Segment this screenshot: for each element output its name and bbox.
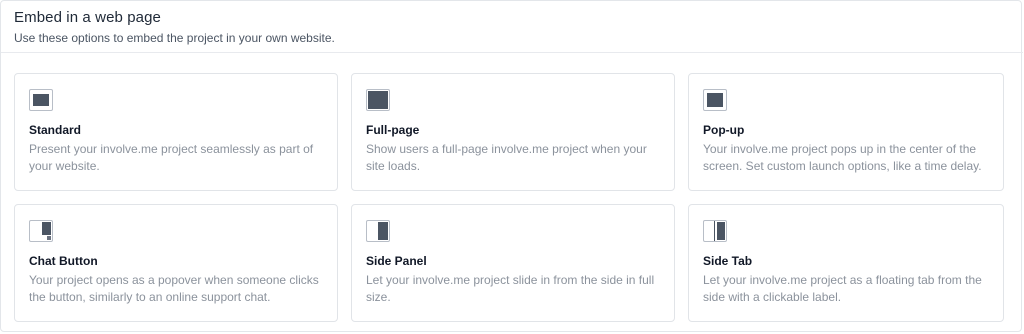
option-title: Side Tab — [703, 254, 753, 268]
side-tab-icon — [703, 220, 727, 242]
option-title: Standard — [29, 123, 82, 137]
option-card-side-tab[interactable]: Side Tab Let your involve.me project as … — [688, 204, 1004, 322]
embed-panel: Embed in a web page Use these options to… — [0, 0, 1023, 332]
option-description: Your involve.me project pops up in the c… — [703, 142, 982, 173]
side-panel-icon — [366, 220, 390, 242]
standard-embed-icon — [29, 89, 53, 111]
page-subtitle: Use these options to embed the project i… — [14, 31, 335, 45]
option-card-side-panel[interactable]: Side Panel Let your involve.me project s… — [351, 204, 675, 322]
option-description: Let your involve.me project slide in fro… — [366, 273, 655, 304]
option-description: Your project opens as a popover when som… — [29, 273, 319, 304]
option-description: Present your involve.me project seamless… — [29, 142, 314, 173]
option-card-standard[interactable]: Standard Present your involve.me project… — [14, 73, 338, 191]
embed-header: Embed in a web page Use these options to… — [1, 1, 1023, 53]
option-title: Side Panel — [366, 254, 427, 268]
option-description: Show users a full-page involve.me projec… — [366, 142, 647, 173]
popup-icon — [703, 89, 727, 111]
option-card-popup[interactable]: Pop-up Your involve.me project pops up i… — [688, 73, 1004, 191]
full-page-icon — [366, 89, 390, 111]
option-title: Full-page — [366, 123, 420, 137]
page-title: Embed in a web page — [14, 9, 161, 26]
option-card-chat-button[interactable]: Chat Button Your project opens as a popo… — [14, 204, 338, 322]
chat-button-icon — [29, 220, 53, 242]
option-description: Let your involve.me project as a floatin… — [703, 273, 982, 304]
embed-options-grid: Standard Present your involve.me project… — [14, 73, 1004, 322]
option-title: Pop-up — [703, 123, 745, 137]
option-title: Chat Button — [29, 254, 98, 268]
option-card-full-page[interactable]: Full-page Show users a full-page involve… — [351, 73, 675, 191]
